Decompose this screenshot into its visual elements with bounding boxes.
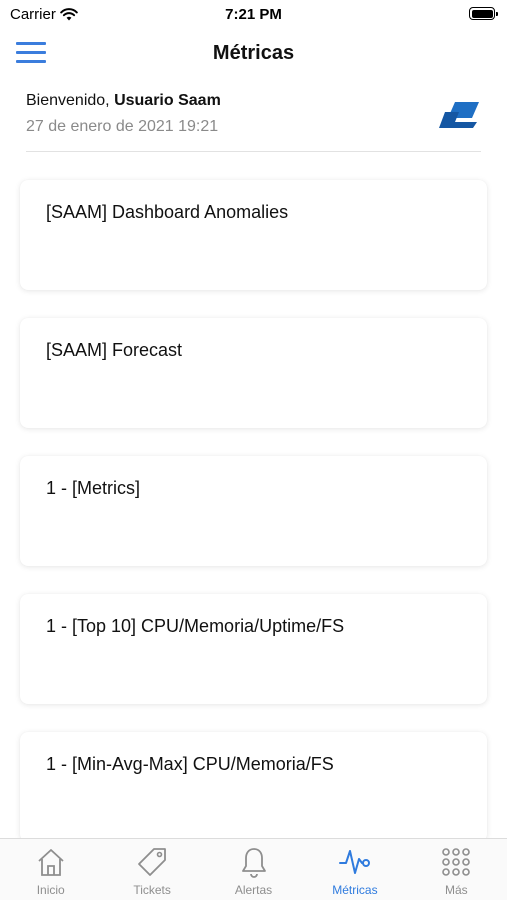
welcome-line: Bienvenido, Usuario Saam	[26, 92, 481, 110]
tab-label: Inicio	[36, 883, 65, 897]
status-bar: Carrier 7:21 PM	[0, 0, 507, 28]
tab-label: Alertas	[234, 883, 273, 897]
dashboard-card-title: [SAAM] Forecast	[46, 340, 183, 360]
dashboard-card[interactable]: 1 - [Metrics]	[20, 456, 487, 566]
welcome-date: 27 de enero de 2021 19:21	[26, 118, 219, 135]
bell-icon	[241, 848, 266, 878]
tab-label: Métricas	[332, 883, 378, 897]
welcome-greeting: Bienvenido,	[26, 92, 110, 109]
tab-metricas[interactable]: Métricas	[304, 839, 405, 900]
dashboard-card-title: [SAAM] Dashboard Anomalies	[46, 202, 289, 222]
pulse-icon	[338, 850, 370, 874]
welcome-header: Bienvenido, Usuario Saam 27 de enero de …	[26, 92, 481, 152]
tab-inicio[interactable]: Inicio	[0, 839, 101, 900]
battery-icon	[469, 7, 498, 20]
tab-label: Más	[444, 883, 468, 897]
dashboard-card-title: 1 - [Metrics]	[46, 478, 141, 498]
tag-icon	[138, 848, 167, 876]
dashboard-card-title: 1 - [Min-Avg-Max] CPU/Memoria/FS	[46, 754, 334, 774]
tab-bar: Inicio Tickets Alertas Métricas Más	[0, 838, 507, 900]
status-time: 7:21 PM	[225, 6, 282, 23]
page-title: Métricas	[212, 42, 295, 64]
grid-dots-icon	[442, 848, 471, 876]
dashboard-card[interactable]: [SAAM] Forecast	[20, 318, 487, 428]
tab-tickets[interactable]: Tickets	[101, 839, 202, 900]
dashboard-card-title: 1 - [Top 10] CPU/Memoria/Uptime/FS	[46, 616, 345, 636]
dashboard-card[interactable]: [SAAM] Dashboard Anomalies	[20, 180, 487, 290]
tab-label: Tickets	[133, 883, 171, 897]
dashboard-card[interactable]: 1 - [Top 10] CPU/Memoria/Uptime/FS	[20, 594, 487, 704]
user-name: Usuario Saam	[114, 92, 221, 109]
tab-mas[interactable]: Más	[406, 839, 507, 900]
brand-logo-icon	[439, 102, 479, 128]
dashboard-card[interactable]: 1 - [Min-Avg-Max] CPU/Memoria/FS	[20, 732, 487, 842]
home-icon	[38, 849, 64, 876]
navigation-bar: Métricas	[0, 28, 507, 78]
tab-alertas[interactable]: Alertas	[203, 839, 304, 900]
